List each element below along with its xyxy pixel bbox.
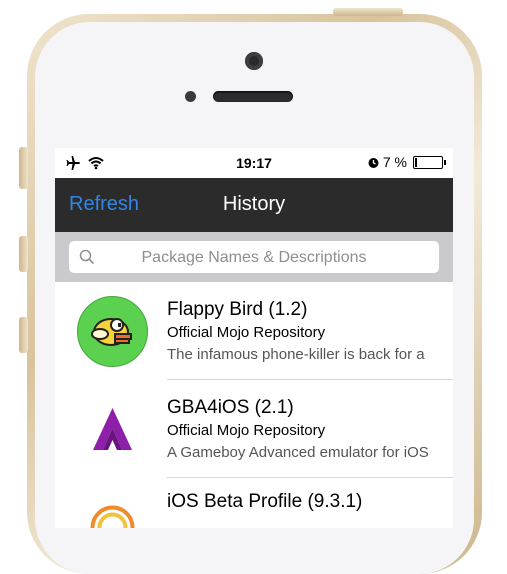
earpiece-speaker	[213, 91, 293, 102]
battery-percent: 7 %	[382, 154, 407, 170]
package-info: GBA4iOS (2.1) Official Mojo Repository A…	[167, 396, 445, 464]
package-name: GBA4iOS (2.1)	[167, 397, 294, 418]
proximity-sensor	[185, 91, 196, 102]
package-list: Flappy Bird (1.2) Official Mojo Reposito…	[55, 282, 453, 528]
search-input[interactable]: Package Names & Descriptions	[69, 241, 439, 273]
package-description: A Gameboy Advanced emulator for iOS	[167, 444, 429, 461]
status-bar: 19:17 7 %	[55, 148, 453, 178]
package-name: Flappy Bird (1.2)	[167, 299, 308, 320]
search-bar: Package Names & Descriptions	[55, 232, 453, 282]
package-info: iOS Beta Profile (9.3.1)	[167, 490, 445, 514]
list-item[interactable]: GBA4iOS (2.1) Official Mojo Repository A…	[55, 380, 453, 478]
package-source: Official Mojo Repository	[167, 324, 326, 341]
front-camera	[245, 52, 263, 70]
battery-fill	[415, 157, 417, 167]
status-right: 7 %	[367, 154, 446, 170]
list-item[interactable]: iOS Beta Profile (9.3.1)	[55, 478, 453, 528]
package-info: Flappy Bird (1.2) Official Mojo Reposito…	[167, 298, 445, 366]
page-title: History	[222, 193, 286, 215]
battery-icon	[413, 155, 446, 169]
package-description: The infamous phone-killer is back for a	[167, 346, 425, 363]
volume-down-button	[19, 317, 28, 353]
volume-up-button	[19, 236, 28, 272]
phone-screen: 19:17 7 % Refresh History Package Names …	[55, 148, 453, 528]
ios-beta-profile-icon	[90, 505, 135, 528]
flappy-bird-icon	[77, 296, 148, 367]
search-placeholder: Package Names & Descriptions	[141, 249, 367, 266]
gba4ios-icon	[93, 408, 132, 450]
mute-switch	[19, 147, 28, 189]
list-item[interactable]: Flappy Bird (1.2) Official Mojo Reposito…	[55, 282, 453, 380]
alarm-icon	[368, 157, 379, 168]
navigation-bar: Refresh History	[55, 178, 453, 232]
package-name: iOS Beta Profile (9.3.1)	[167, 491, 363, 512]
package-source: Official Mojo Repository	[167, 422, 326, 439]
power-button	[333, 8, 403, 16]
